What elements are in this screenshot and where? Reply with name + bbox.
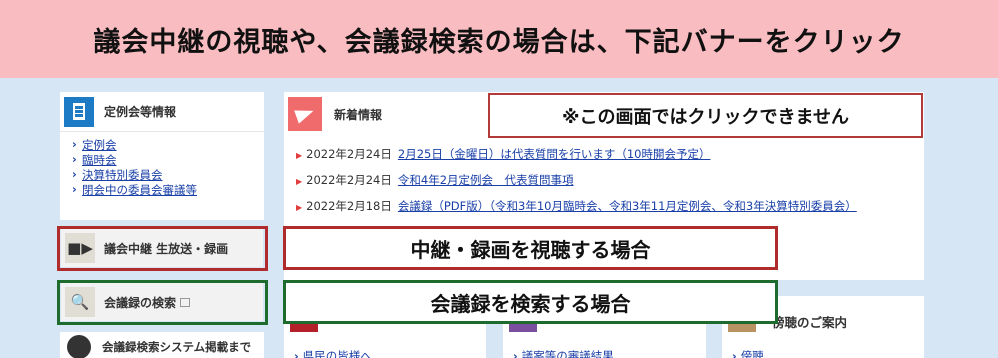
news-link[interactable]: 2月25日（金曜日）は代表質問を行います（10時開会予定） <box>398 146 711 162</box>
broadcast-callout: 中継・録画を視聴する場合 <box>283 226 778 270</box>
news-item: ▶ 2022年2月24日 2月25日（金曜日）は代表質問を行います（10時開会予… <box>296 146 924 172</box>
link-regular-session[interactable]: 定例会 <box>72 137 264 153</box>
system-icon <box>64 334 94 358</box>
news-link[interactable]: 会議録（PDF版）（令和3年10月臨時会、令和3年11月定例会、令和3年決算特別… <box>398 198 857 214</box>
link-settlement-committee[interactable]: 決算特別委員会 <box>72 167 264 183</box>
building-icon <box>64 96 94 127</box>
session-info-title: 定例会等情報 <box>104 105 177 119</box>
news-date: 2022年2月24日 <box>306 173 392 187</box>
session-info-panel: 定例会等情報 定例会 臨時会 決算特別委員会 閉会中の委員会審議等 <box>60 92 264 220</box>
broadcast-callout-text: 中継・録画を視聴する場合 <box>410 237 651 262</box>
instruction-text: 議会中継の視聴や、会議録検索の場合は、下記バナーをクリック <box>93 26 905 58</box>
link-recess-committee[interactable]: 閉会中の委員会審議等 <box>72 182 264 198</box>
card-link-gallery[interactable]: 傍聴 <box>732 348 764 358</box>
news-title: 新着情報 <box>334 107 383 122</box>
bullet-icon: ▶ <box>296 151 303 160</box>
bullet-icon: ▶ <box>296 203 303 212</box>
notice-text: ※この画面ではクリックできません <box>562 106 849 128</box>
megaphone-icon <box>288 97 322 131</box>
news-item: ▶ 2022年2月18日 会議録（PDF版）（令和3年10月臨時会、令和3年11… <box>296 198 924 224</box>
news-link[interactable]: 令和4年2月定例会 代表質問事項 <box>398 172 574 188</box>
news-date: 2022年2月18日 <box>306 199 392 213</box>
instruction-banner: 議会中継の視聴や、会議録検索の場合は、下記バナーをクリック <box>0 0 998 78</box>
news-date: 2022年2月24日 <box>306 147 392 161</box>
card-link-bills[interactable]: 議案等の審議結果 <box>513 348 614 358</box>
card-title-gallery: 傍聴のご案内 <box>772 315 848 330</box>
session-links: 定例会 臨時会 決算特別委員会 閉会中の委員会審議等 <box>60 132 264 198</box>
session-info-header: 定例会等情報 <box>60 92 264 132</box>
search-highlight-frame <box>57 280 268 325</box>
bullet-icon: ▶ <box>296 177 303 186</box>
search-callout: 会議録を検索する場合 <box>283 280 778 324</box>
search-callout-text: 会議録を検索する場合 <box>430 291 631 316</box>
broadcast-highlight-frame <box>57 226 268 271</box>
link-extraordinary-session[interactable]: 臨時会 <box>72 152 264 168</box>
system-label: 会議録検索システム掲載まで <box>102 340 252 354</box>
card-link-citizens[interactable]: 県民の皆様へ <box>294 348 372 358</box>
not-clickable-notice: ※この画面ではクリックできません <box>488 93 923 138</box>
news-item: ▶ 2022年2月24日 令和4年2月定例会 代表質問事項 <box>296 172 924 198</box>
system-info-item[interactable]: 会議録検索システム掲載まで <box>60 332 264 358</box>
